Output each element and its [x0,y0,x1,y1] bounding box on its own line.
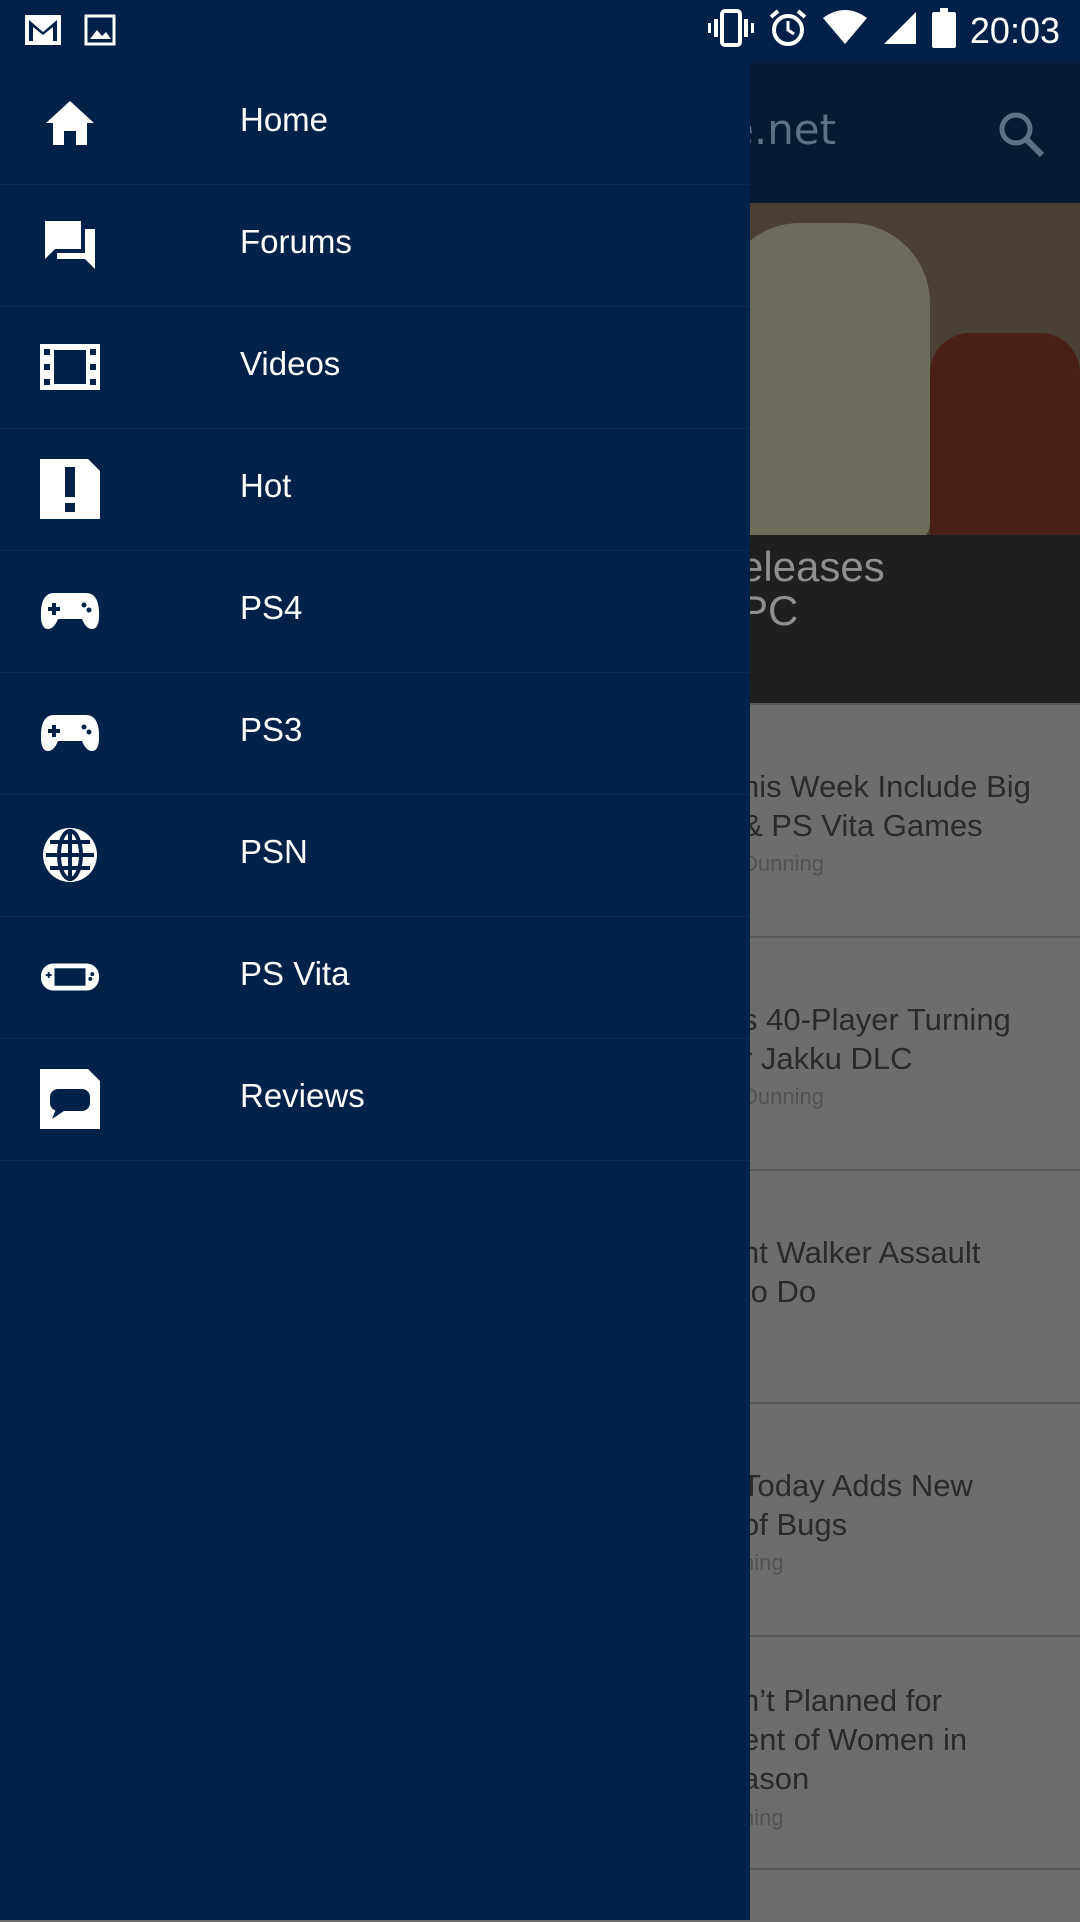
drawer-item-label: Home [240,101,329,138]
forum-icon [40,215,100,275]
gamepad-icon [40,581,100,641]
drawer-item-label: PS4 [240,589,303,626]
signal-icon [882,10,918,51]
drawer-item-label: Hot [240,467,292,504]
drawer-item-videos[interactable]: Videos [0,307,750,429]
article-author: Dunning [742,1084,824,1109]
drawer-item-ps4[interactable]: PS4 [0,551,750,673]
article-title: to Do [742,1274,817,1309]
drawer-item-label: Reviews [240,1077,365,1114]
drawer-item-psn[interactable]: PSN [0,795,750,917]
article-title: r Jakku DLC [742,1041,913,1076]
hero-caption-line: eleases [740,543,885,590]
drawer-item-home[interactable]: Home [0,63,750,185]
search-icon[interactable] [996,109,1046,164]
drawer-item-label: PSN [240,833,308,870]
hot-icon [40,459,100,519]
article-title: ent of Women in [742,1722,968,1757]
article-title: his Week Include Big [742,769,1031,804]
status-time: 20:03 [969,9,1060,51]
article-title: s 40-Player Turning [742,1002,1011,1037]
home-icon [40,93,100,153]
vita-icon [40,947,100,1007]
drawer-item-label: PS Vita [240,955,350,992]
gamepad-icon [40,703,100,763]
reviews-icon [40,1069,100,1129]
drawer-item-label: Forums [240,223,352,260]
article-title: & PS Vita Games [742,808,983,843]
article-title: of Bugs [742,1507,848,1542]
drawer-item-ps3[interactable]: PS3 [0,673,750,795]
article-title: nt Walker Assault [742,1235,981,1270]
drawer-item-hot[interactable]: Hot [0,429,750,551]
article-title: Today Adds New [742,1468,973,1503]
status-bar: 20:03 [0,0,1080,63]
drawer-item-reviews[interactable]: Reviews [0,1039,750,1161]
battery-icon [931,8,956,53]
vibrate-icon [707,8,754,53]
article-author: Dunning [742,851,824,876]
article-title: n’t Planned for [742,1683,942,1718]
drawer-item-label: PS3 [240,711,303,748]
alarm-icon [768,8,808,53]
hero-image [720,223,930,543]
film-icon [40,337,100,397]
image-icon [84,14,116,51]
globe-icon [40,825,100,885]
article-title: ason [742,1761,810,1796]
drawer-item-label: Videos [240,345,341,382]
gmail-icon [24,14,62,51]
drawer-item-ps-vita[interactable]: PS Vita [0,917,750,1039]
wifi-icon [822,10,868,51]
navigation-drawer: Home Forums Videos Hot PS4 PS3 PSN PS Vi… [0,63,750,1920]
drawer-item-forums[interactable]: Forums [0,185,750,307]
